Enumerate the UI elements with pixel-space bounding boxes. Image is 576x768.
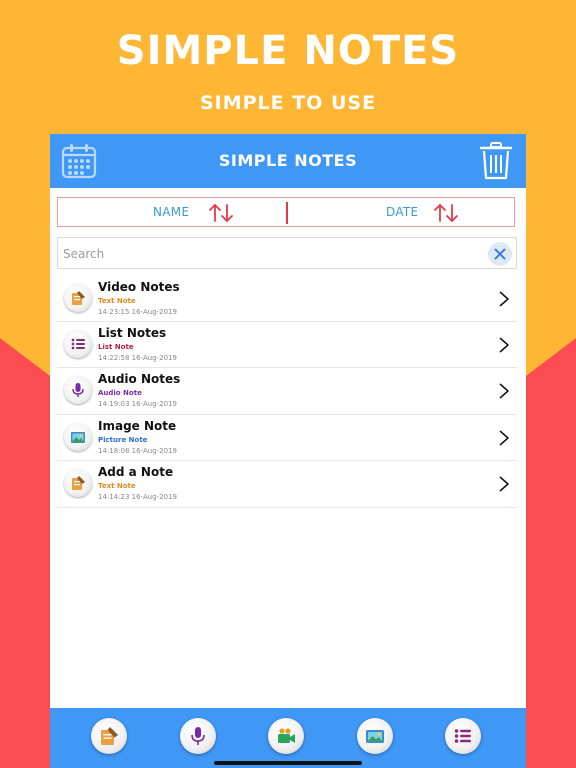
note-timestamp: 14:23:15 16-Aug-2019 — [98, 308, 177, 316]
chevron-right-icon — [499, 476, 509, 492]
note-title: Audio Notes — [98, 372, 181, 387]
list-note-icon — [64, 330, 92, 358]
new-video-note-button[interactable] — [268, 718, 304, 754]
note-type: Text Note — [98, 482, 136, 491]
search-bar — [57, 237, 517, 269]
note-row[interactable]: List Notes List Note 14:22:58 16-Aug-201… — [57, 322, 517, 369]
text-note-icon — [64, 284, 92, 312]
search-input[interactable] — [61, 242, 485, 266]
notes-list: Video Notes Text Note 14:23:15 16-Aug-20… — [57, 276, 517, 508]
new-audio-note-button[interactable] — [180, 718, 216, 754]
text-note-icon — [101, 727, 118, 745]
note-title: Add a Note — [98, 465, 174, 480]
note-row[interactable]: Video Notes Text Note 14:23:15 16-Aug-20… — [57, 276, 517, 322]
trash-icon[interactable] — [479, 142, 513, 180]
note-title: Image Note — [98, 418, 177, 433]
note-type: Picture Note — [98, 435, 148, 444]
sort-arrows-icon — [434, 204, 458, 222]
picture-note-icon — [64, 422, 92, 451]
note-title: Video Notes — [98, 280, 180, 294]
home-indicator — [214, 761, 362, 765]
top-bar: SIMPLE NOTES — [50, 134, 526, 188]
new-list-note-button[interactable] — [445, 718, 481, 754]
video-camera-icon — [278, 728, 295, 743]
note-timestamp: 14:14:23 16-Aug-2019 — [98, 493, 177, 502]
microphone-icon — [191, 727, 205, 745]
sort-bar: NAME DATE — [57, 197, 515, 227]
sort-by-date-button[interactable]: DATE — [287, 198, 516, 228]
promo-title: SIMPLE NOTES — [116, 28, 460, 74]
app-title: SIMPLE NOTES — [218, 151, 358, 170]
new-text-note-button[interactable] — [91, 718, 127, 754]
note-type: Text Note — [98, 297, 136, 305]
note-timestamp: 14:18:08 16-Aug-2019 — [98, 446, 177, 455]
chevron-right-icon — [499, 430, 509, 446]
note-type: Audio Note — [98, 389, 142, 398]
chevron-right-icon — [499, 337, 509, 353]
note-title: List Notes — [98, 326, 167, 340]
sort-date-label: DATE — [386, 205, 419, 219]
sort-arrows-icon — [209, 204, 233, 222]
list-icon — [454, 729, 471, 743]
note-row[interactable]: Add a Note Text Note 14:14:23 16-Aug-201… — [57, 461, 517, 508]
chevron-right-icon — [499, 383, 509, 399]
promo-subtitle: SIMPLE TO USE — [199, 92, 377, 114]
bottom-toolbar — [50, 708, 526, 768]
note-row[interactable]: Image Note Picture Note 14:18:08 16-Aug-… — [57, 415, 517, 462]
note-type: List Note — [98, 343, 134, 351]
note-row[interactable]: Audio Notes Audio Note 14:19:03 16-Aug-2… — [57, 368, 517, 415]
picture-icon — [366, 730, 384, 743]
text-note-icon — [64, 469, 92, 498]
audio-note-icon — [64, 376, 92, 405]
close-icon — [494, 248, 506, 260]
note-timestamp: 14:19:03 16-Aug-2019 — [98, 400, 177, 409]
chevron-right-icon — [499, 291, 509, 307]
sort-by-name-button[interactable]: NAME — [58, 198, 287, 228]
new-picture-note-button[interactable] — [357, 718, 393, 754]
clear-search-button[interactable] — [488, 242, 512, 266]
app-screen: SIMPLE NOTES NAME DATE Search Video Note… — [50, 134, 526, 768]
sort-name-label: NAME — [153, 205, 190, 219]
note-timestamp: 14:22:58 16-Aug-2019 — [98, 354, 177, 362]
